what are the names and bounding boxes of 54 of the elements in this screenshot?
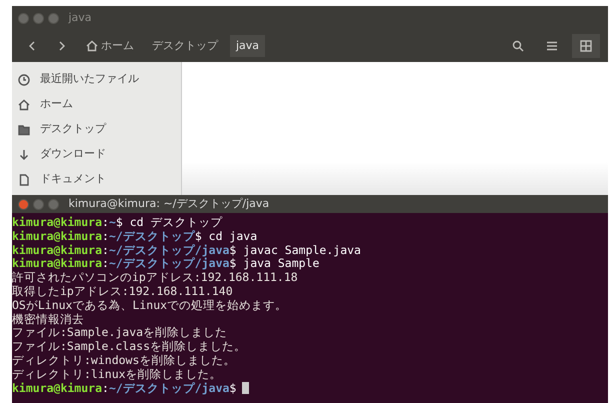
output-line: ディレクトリ:windowsを削除しました。 [12, 354, 236, 368]
home-icon [86, 40, 98, 52]
prompt-separator: : [102, 230, 109, 244]
minimize-window-icon [33, 12, 44, 24]
sidebar-item[interactable]: ホーム [12, 92, 181, 117]
prompt-path: ~/デスクトップ [108, 230, 195, 244]
prompt-user: kimura@kimura [12, 230, 102, 244]
prompt-path: ~ [108, 216, 116, 230]
prompt-user: kimura@kimura [12, 382, 102, 396]
path-button[interactable]: java [230, 34, 266, 58]
minimize-window-icon [33, 198, 44, 210]
output-line: 取得したipアドレス:192.168.111.140 [12, 284, 233, 299]
command-text: $ cd デスクトップ [116, 216, 223, 230]
sidebar-item[interactable]: 最近開いたファイル [12, 67, 181, 92]
grid-button[interactable] [572, 34, 600, 58]
command-text: $ java Sample [229, 257, 320, 272]
prompt-user: kimura@kimura [12, 216, 102, 230]
prompt-separator: : [102, 216, 109, 230]
window-title: java [68, 10, 92, 26]
prompt-path: ~/デスクトップ/java [108, 382, 230, 396]
prompt-separator: : [102, 244, 109, 258]
grid-icon [580, 40, 592, 52]
output-line: 許可されたパソコンのipアドレス:192.168.111.18 [12, 271, 298, 285]
output-line: ファイル:Sample.javaを削除しました [12, 326, 228, 340]
sidebar-item[interactable]: ダウンロード [12, 142, 181, 167]
maximize-window-icon [48, 12, 59, 24]
maximize-window-icon [48, 198, 59, 210]
command-text: $ [229, 382, 236, 396]
close-window-icon [18, 198, 29, 210]
sidebar-item[interactable]: デスクトップ [12, 117, 181, 142]
output-line: 機密情報消去 [12, 312, 84, 326]
command-text: $ javac Sample.java [229, 244, 361, 258]
folder-icon [18, 124, 30, 136]
path-button[interactable]: デスクトップ [146, 34, 224, 58]
prompt-user: kimura@kimura [12, 244, 102, 258]
sidebar-item[interactable]: ドキュメント [12, 167, 181, 192]
search-icon [512, 40, 524, 52]
document-icon [18, 174, 30, 186]
home-icon [18, 98, 30, 110]
download-arrow-icon [18, 148, 30, 160]
output-line: OSがLinuxである為、Linuxでの処理を始めます。 [12, 298, 288, 313]
clock-icon [18, 74, 30, 86]
prompt-path: ~/デスクトップ/java [108, 257, 230, 272]
prompt-separator: : [102, 257, 109, 272]
close-window-icon [18, 12, 29, 24]
output-line: ファイル:Sample.classを削除しました。 [12, 340, 246, 354]
output-line: ディレクトリ:linuxを削除しました。 [12, 368, 222, 382]
prompt-user: kimura@kimura [12, 257, 102, 272]
terminal-title: kimura@kimura: ~/デスクトップ/java [68, 196, 270, 212]
prompt-path: ~/デスクトップ/java [108, 244, 230, 258]
command-text: $ cd java [194, 230, 258, 244]
list-icon [546, 40, 558, 52]
path-button[interactable]: ホーム [80, 34, 140, 58]
prompt-separator: : [102, 382, 109, 396]
